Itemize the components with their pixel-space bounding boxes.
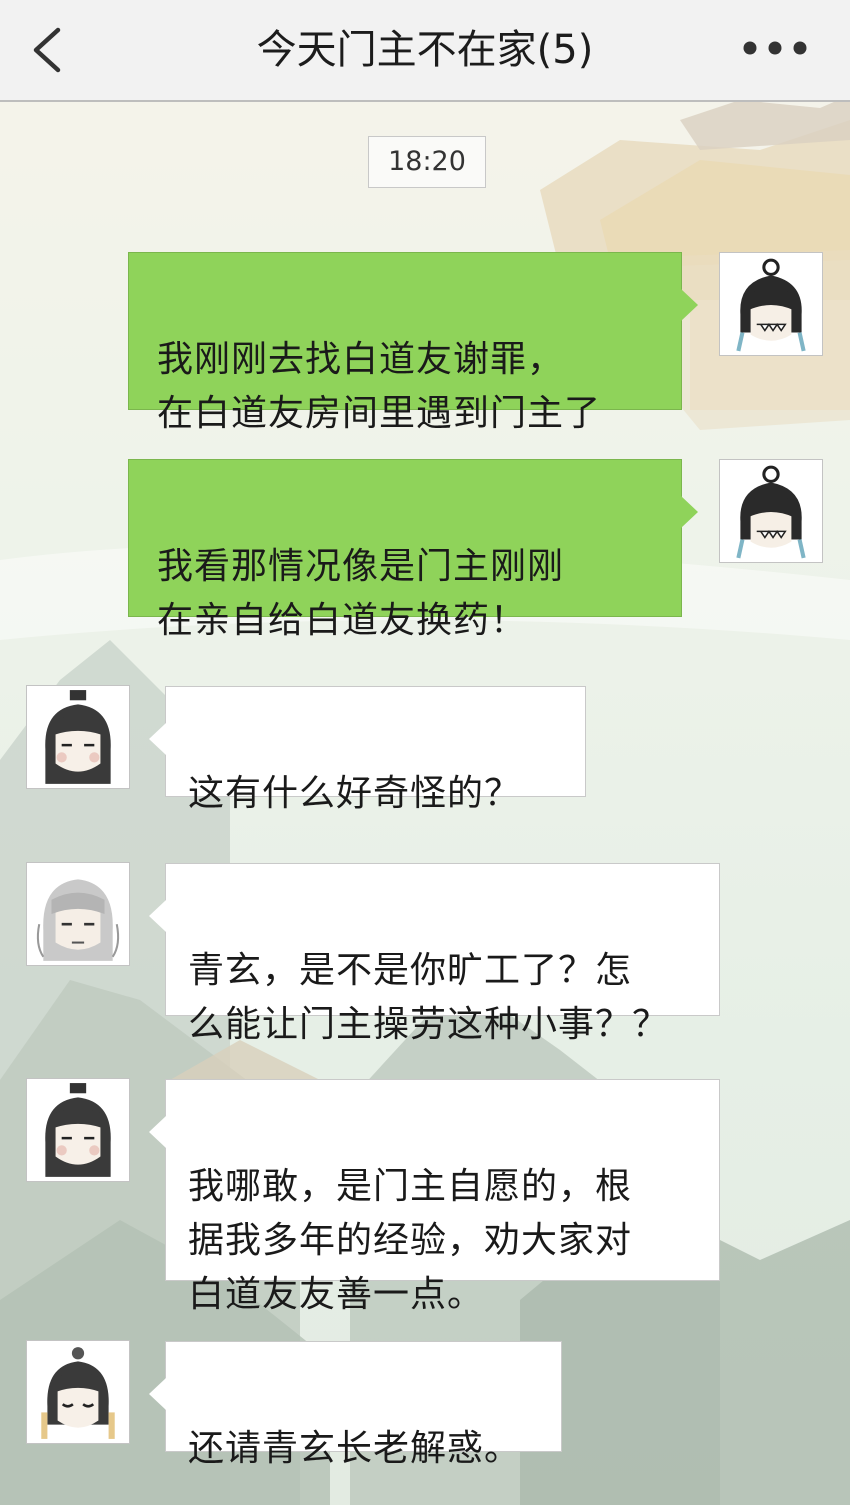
avatar-qingxuan[interactable] — [26, 685, 130, 789]
bubble-tail — [681, 289, 698, 321]
message-bubble-received[interactable]: 我哪敢，是门主自愿的，根 据我多年的经验，劝大家对 白道友友善一点。 — [149, 1079, 720, 1315]
avatar-sleepy-disciple[interactable] — [26, 1340, 130, 1444]
message-text: 我刚刚去找白道友谢罪， 在白道友房间里遇到门主了 — [157, 339, 602, 434]
message-bubble-received[interactable]: 青玄，是不是你旷工了？怎 么能让门主操劳这种小事？？ — [149, 863, 720, 1045]
more-dots-icon[interactable] — [738, 36, 812, 60]
message-text: 青玄，是不是你旷工了？怎 么能让门主操劳这种小事？？ — [188, 950, 670, 1045]
chat-header: 今天门主不在家(5) — [0, 0, 850, 102]
message-text: 这有什么好奇怪的？ — [188, 773, 522, 814]
message-bubble-received[interactable]: 这有什么好奇怪的？ — [149, 686, 586, 814]
bubble-tail — [149, 723, 166, 755]
message-text: 还请青玄长老解惑。 — [188, 1428, 522, 1469]
avatar-grinning-black-hair[interactable] — [719, 459, 823, 563]
message-text: 我看那情况像是门主刚刚 在亲自给白道友换药！ — [157, 546, 565, 641]
message-bubble-sent[interactable]: 我刚刚去找白道友谢罪， 在白道友房间里遇到门主了 — [128, 252, 698, 434]
bubble-tail — [149, 1378, 166, 1410]
avatar-grinning-black-hair[interactable] — [719, 252, 823, 356]
avatar-elder-grey-hair[interactable] — [26, 862, 130, 966]
chat-title: 今天门主不在家(5) — [256, 27, 594, 73]
bubble-tail — [149, 1116, 166, 1148]
message-bubble-received[interactable]: 还请青玄长老解惑。 — [149, 1341, 562, 1469]
bubble-tail — [681, 496, 698, 528]
message-bubble-sent[interactable]: 我看那情况像是门主刚刚 在亲自给白道友换药！ — [128, 459, 698, 641]
chevron-left-icon[interactable] — [22, 22, 78, 78]
bubble-tail — [149, 900, 166, 932]
avatar-qingxuan[interactable] — [26, 1078, 130, 1182]
message-timestamp: 18:20 — [368, 136, 486, 188]
